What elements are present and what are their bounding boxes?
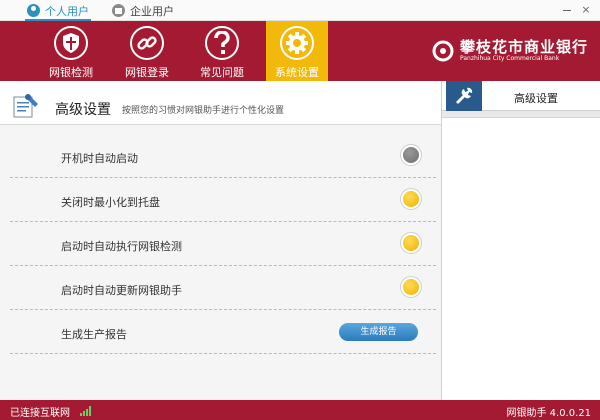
tab-enterprise-user[interactable]: 企业用户 (112, 2, 174, 19)
toggle-indicator-off (403, 147, 419, 163)
minimize-button[interactable] (561, 4, 573, 16)
bank-logo-icon (432, 40, 454, 62)
setting-row-auto-check: 启动时自动执行网银检测 (10, 222, 436, 266)
settings-document-icon (13, 94, 38, 118)
minimize-to-tray-toggle[interactable] (400, 188, 422, 210)
toolbar-button-faq[interactable]: 常见问题 (191, 21, 253, 81)
title-bar: 个人用户 企业用户 × (0, 0, 600, 21)
auto-check-toggle[interactable] (400, 232, 422, 254)
setting-label: 开机时自动启动 (61, 152, 138, 165)
question-icon (205, 26, 239, 60)
setting-label: 生成生产报告 (61, 328, 127, 341)
tab-personal-user[interactable]: 个人用户 (27, 2, 89, 19)
toolbar-button-system-settings[interactable]: 系统设置 (266, 21, 328, 81)
setting-label: 关闭时最小化到托盘 (61, 196, 160, 209)
toolbar-button-label: 网银检测 (49, 66, 93, 79)
toolbar-button-bank-login[interactable]: 网银登录 (116, 21, 178, 81)
connection-status: 已连接互联网 (10, 408, 70, 419)
shield-icon (54, 26, 88, 60)
chain-link-icon (130, 26, 164, 60)
auto-start-toggle[interactable] (400, 144, 422, 166)
auto-update-toggle[interactable] (400, 276, 422, 298)
close-button[interactable]: × (580, 4, 592, 16)
setting-row-auto-update: 启动时自动更新网银助手 (10, 266, 436, 310)
toolbar-button-label: 网银登录 (125, 66, 169, 79)
user-icon (27, 4, 40, 17)
side-tab-advanced-settings[interactable]: 高级设置 (442, 81, 600, 111)
side-panel: 高级设置 (441, 81, 600, 400)
toolbar-button-label: 常见问题 (200, 66, 244, 79)
main-toolbar: 网银检测 网银登录 常见问题 系统设置 攀枝花市商业银行 Panzhihua C… (0, 21, 600, 81)
toggle-indicator-on (403, 235, 419, 251)
settings-panel: 高级设置 按照您的习惯对网银助手进行个性化设置 开机时自动启动 关闭时最小化到托… (0, 81, 441, 400)
toggle-indicator-on (403, 191, 419, 207)
section-header: 高级设置 按照您的习惯对网银助手进行个性化设置 (0, 81, 441, 125)
setting-label: 启动时自动执行网银检测 (61, 240, 182, 253)
setting-label: 启动时自动更新网银助手 (61, 284, 182, 297)
setting-row-minimize-to-tray: 关闭时最小化到托盘 (10, 178, 436, 222)
generate-report-button[interactable]: 生成报告 (339, 323, 418, 341)
signal-icon (80, 406, 91, 416)
gear-icon (280, 26, 314, 60)
home-icon (112, 4, 125, 17)
side-tab-label: 高级设置 (514, 92, 558, 105)
bank-name-cn: 攀枝花市商业银行 (460, 38, 589, 56)
status-bar: 已连接互联网 网银助手 4.0.0.21 (0, 400, 600, 420)
bank-name-en: Panzhihua City Commercial Bank (460, 55, 560, 62)
wrench-icon (446, 81, 482, 111)
version-label: 网银助手 4.0.0.21 (506, 408, 591, 419)
tab-enterprise-user-label: 企业用户 (130, 4, 174, 18)
toolbar-button-bank-check[interactable]: 网银检测 (40, 21, 102, 81)
setting-row-generate-report: 生成生产报告 生成报告 (10, 310, 436, 354)
tab-personal-user-label: 个人用户 (45, 4, 89, 18)
page-description: 按照您的习惯对网银助手进行个性化设置 (122, 106, 285, 116)
page-title: 高级设置 (55, 102, 111, 118)
setting-row-auto-start: 开机时自动启动 (10, 134, 436, 178)
side-tab-divider (442, 111, 600, 118)
toggle-indicator-on (403, 279, 419, 295)
toolbar-button-label: 系统设置 (275, 66, 319, 79)
bank-logo: 攀枝花市商业银行 Panzhihua City Commercial Bank (432, 39, 588, 63)
